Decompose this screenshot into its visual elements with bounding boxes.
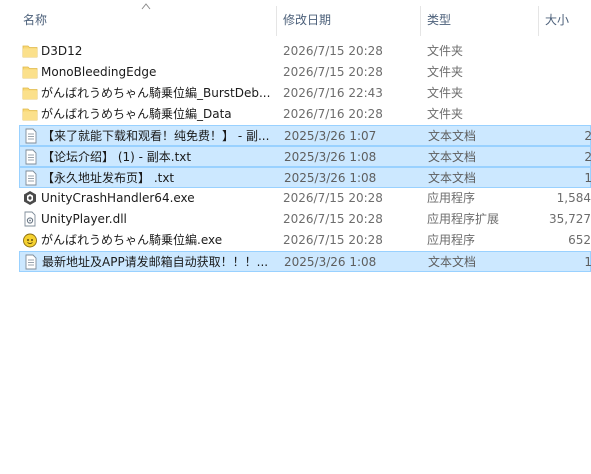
file-row[interactable]: 【来了就能下载和观看！纯免费！】 - 副... 2025/3/26 1:07 文… xyxy=(19,125,591,146)
file-size xyxy=(539,62,591,83)
file-name: 【永久地址发布页】 .txt xyxy=(42,171,175,185)
file-name: がんばれうめちゃん騎乗位編_Data xyxy=(41,107,232,121)
file-size: 652 xyxy=(568,233,591,247)
text-file-icon xyxy=(25,128,37,144)
file-row[interactable]: がんばれうめちゃん騎乗位編_BurstDeb... 2026/7/16 22:4… xyxy=(19,83,591,104)
folder-icon xyxy=(22,87,38,100)
file-size: 2 xyxy=(584,150,591,164)
file-row[interactable]: UnityPlayer.dll 2026/7/15 20:28 应用程序扩展 3… xyxy=(19,209,591,230)
text-file-icon xyxy=(25,254,37,270)
file-type: 文本文档 xyxy=(428,255,477,269)
file-date: 2026/7/15 20:28 xyxy=(283,191,383,205)
file-date: 2026/7/16 20:28 xyxy=(283,107,383,121)
file-size: 2 xyxy=(584,129,591,143)
file-size: 35,727 xyxy=(549,212,591,226)
folder-icon xyxy=(22,45,38,58)
file-size: 1 xyxy=(584,255,591,269)
file-row[interactable]: 【永久地址发布页】 .txt 2025/3/26 1:08 文本文档 1 xyxy=(19,167,591,188)
file-row[interactable]: がんばれうめちゃん騎乗位編.exe 2026/7/15 20:28 应用程序 6… xyxy=(19,230,591,251)
file-date: 2025/3/26 1:07 xyxy=(284,129,377,143)
file-type: 文件夹 xyxy=(427,44,464,58)
file-row[interactable]: MonoBleedingEdge 2026/7/15 20:28 文件夹 xyxy=(19,62,591,83)
file-row[interactable]: がんばれうめちゃん騎乗位編_Data 2026/7/16 20:28 文件夹 xyxy=(19,104,591,125)
folder-icon xyxy=(22,108,38,121)
file-date: 2025/3/26 1:08 xyxy=(284,255,377,269)
column-header-size[interactable]: 大小 xyxy=(539,0,591,40)
file-size: 1 xyxy=(584,171,591,185)
column-header-type[interactable]: 类型 xyxy=(421,0,538,40)
column-header-name[interactable]: 名称 xyxy=(17,0,276,40)
file-name: 【来了就能下载和观看！纯免费！】 - 副... xyxy=(42,129,270,143)
file-type: 文件夹 xyxy=(427,65,464,79)
file-date: 2026/7/15 20:28 xyxy=(283,65,383,79)
file-date: 2025/3/26 1:08 xyxy=(284,171,377,185)
text-file-icon xyxy=(25,170,37,186)
file-size xyxy=(539,83,591,104)
file-name: 最新地址及APP请发邮箱自动获取！！！... xyxy=(42,255,269,269)
file-type: 文本文档 xyxy=(428,129,477,143)
file-row[interactable]: 最新地址及APP请发邮箱自动获取！！！... 2025/3/26 1:08 文本… xyxy=(19,251,591,272)
file-date: 2026/7/16 22:43 xyxy=(283,86,383,100)
file-type: 文本文档 xyxy=(428,150,477,164)
file-type: 应用程序 xyxy=(427,233,476,247)
file-row[interactable]: UnityCrashHandler64.exe 2026/7/15 20:28 … xyxy=(19,188,591,209)
file-type: 应用程序 xyxy=(427,191,476,205)
folder-icon xyxy=(22,66,38,79)
file-type: 应用程序扩展 xyxy=(427,212,500,226)
file-type: 文件夹 xyxy=(427,107,464,121)
file-name: MonoBleedingEdge xyxy=(41,65,157,79)
file-type: 文件夹 xyxy=(427,86,464,100)
file-size xyxy=(539,41,591,62)
file-size: 1,584 xyxy=(556,191,591,205)
file-date: 2025/3/26 1:08 xyxy=(284,150,377,164)
file-name: 【论坛介绍】 (1) - 副本.txt xyxy=(42,150,192,164)
unity-app-icon xyxy=(24,191,36,205)
file-name: がんばれうめちゃん騎乗位編.exe xyxy=(41,233,223,247)
file-name: がんばれうめちゃん騎乗位編_BurstDeb... xyxy=(41,86,271,100)
file-name: D3D12 xyxy=(41,44,83,58)
game-app-icon xyxy=(23,233,37,248)
column-header-size-label: 大小 xyxy=(545,13,570,27)
file-name: UnityCrashHandler64.exe xyxy=(41,191,195,205)
text-file-icon xyxy=(25,149,37,165)
column-header-name-label: 名称 xyxy=(23,13,48,27)
file-type: 文本文档 xyxy=(428,171,477,185)
file-date: 2026/7/15 20:28 xyxy=(283,212,383,226)
file-name: UnityPlayer.dll xyxy=(41,212,127,226)
file-date: 2026/7/15 20:28 xyxy=(283,233,383,247)
column-header-type-label: 类型 xyxy=(427,13,452,27)
column-header-date[interactable]: 修改日期 xyxy=(277,0,420,40)
column-header-date-label: 修改日期 xyxy=(283,13,332,27)
column-header-bar: 名称 修改日期 类型 大小 xyxy=(0,0,591,40)
file-row[interactable]: D3D12 2026/7/15 20:28 文件夹 xyxy=(19,41,591,62)
file-size xyxy=(539,104,591,125)
file-date: 2026/7/15 20:28 xyxy=(283,44,383,58)
file-row[interactable]: 【论坛介绍】 (1) - 副本.txt 2025/3/26 1:08 文本文档 … xyxy=(19,146,591,167)
dll-file-icon xyxy=(24,211,36,227)
